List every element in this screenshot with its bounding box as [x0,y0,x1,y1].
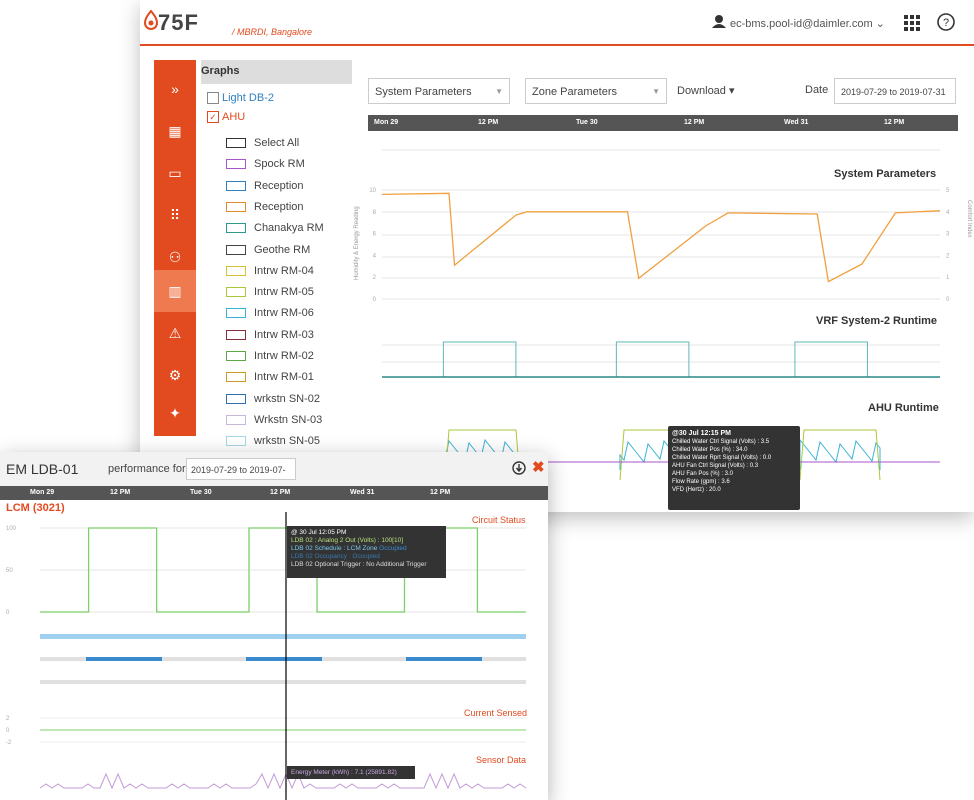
y2-tick-label: 4 [946,210,950,216]
trigger-band [40,680,526,684]
tooltip-title: @ 30 Jul 12:05 PM [291,529,347,536]
y-tick-label: 0 [6,610,10,616]
tooltip-line: VFD (Hertz) : 20.0 [672,487,721,493]
tooltip-line: LDB 02 Occupancy : Occupied [291,553,380,560]
y-tick-label: 2 [373,275,377,281]
occupancy-segment [406,657,482,661]
chart-tooltip: @30 Jul 12:15 PM Chilled Water Ctrl Sign… [668,426,800,510]
series-line [381,192,941,283]
tooltip-line: AHU Fan Ctrl Signal (Volts) : 0.3 [672,463,759,469]
tooltip-line: Flow Rate (gpm) : 3.6 [672,479,730,485]
tooltip-line: Chilled Water Ctrl Signal (Volts) : 3.5 [672,439,770,445]
tooltip-occupied: Occupied [379,545,407,552]
series-line [799,438,881,470]
occupancy-segment [86,657,162,661]
sensor-tooltip: Energy Meter (kWh) : 7.1 (25891.82) [287,766,415,779]
y-tick-label: 4 [373,253,377,259]
schedule-band [40,634,526,639]
tooltip-text: LDB 02 Schedule : LCM Zone [291,545,378,552]
main-window: 75F / MBRDI, Bangalore ec-bms.pool-id@da… [140,0,974,512]
occupancy-segment [246,657,322,661]
tooltip-line: LDB 02 Schedule : LCM Zone Occupied [291,545,442,553]
y2-tick-label: 0 [946,297,950,303]
y2-tick-label: 5 [946,188,950,194]
series-line [382,341,940,378]
y-tick-label: 6 [373,232,377,238]
tooltip-title: @30 Jul 12:15 PM [672,430,731,437]
y-tick-label: 50 [6,568,13,574]
em-tooltip: @ 30 Jul 12:05 PM LDB 02 : Analog 2 Out … [287,526,446,578]
tooltip-line: LDB 02 Optional Trigger : No Additional … [291,561,427,568]
y2-tick-label: 2 [946,253,950,259]
tooltip-line: Chilled Water Pos (%) : 34.0 [672,447,748,453]
y-tick-label: 100 [6,526,17,532]
y-tick-label: 0 [373,297,377,303]
tooltip-line: AHU Fan Pos (%) : 3.0 [672,471,734,477]
em-window: EM LDB-01 performance for 2019-07-29 to … [0,452,548,800]
y2-tick-label: 3 [946,232,950,238]
tooltip-line: Chilled Water Rprt Signal (Volts) : 0.0 [672,455,772,461]
y-tick-label: 2 [6,716,10,722]
main-charts-svg: 0 2 4 6 8 10 0 1 2 3 4 5 [369,149,950,481]
y2-tick-label: 1 [946,275,950,281]
y-tick-label: 0 [6,728,10,734]
series-line [39,772,527,790]
y-tick-label: 10 [369,188,376,194]
em-charts-svg: 100 50 0 2 0 -2 [6,512,527,800]
tooltip-line: LDB 02 : Analog 2 Out (Volts) : 100[10] [291,537,404,544]
y-tick-label: -2 [6,740,12,746]
y-tick-label: 8 [373,210,377,216]
